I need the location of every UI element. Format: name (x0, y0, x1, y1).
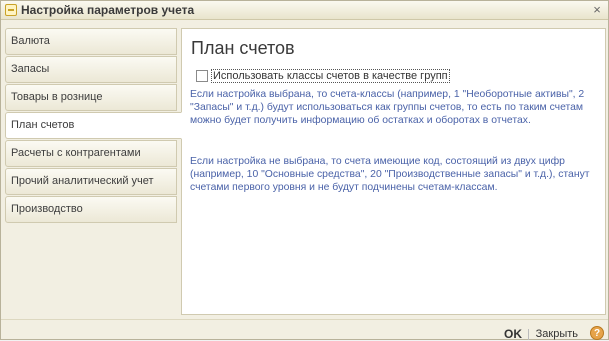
help-icon[interactable]: ? (590, 326, 604, 340)
sidebar-item-counterparty-settlements[interactable]: Расчеты с контрагентами (5, 140, 177, 167)
sidebar: Валюта Запасы Товары в рознице План счет… (5, 28, 182, 315)
ok-button[interactable]: OK (504, 327, 522, 341)
use-account-classes-label[interactable]: Использовать классы счетов в качестве гр… (211, 69, 450, 83)
settings-window: Настройка параметров учета × Валюта Запа… (0, 0, 609, 341)
sidebar-item-chart-of-accounts[interactable]: План счетов (5, 112, 182, 139)
help-text-disabled: Если настройка не выбрана, то счета имею… (190, 156, 590, 193)
sidebar-item-other-analytics[interactable]: Прочий аналитический учет (5, 168, 177, 195)
close-icon[interactable]: × (590, 3, 604, 17)
settings-panel: План счетов Использовать классы счетов в… (181, 28, 606, 315)
use-account-classes-checkbox[interactable] (196, 70, 208, 82)
footer-divider (528, 329, 529, 340)
sidebar-item-currency[interactable]: Валюта (5, 28, 177, 55)
footer-bar: OK Закрыть ? (1, 319, 608, 341)
window-title: Настройка параметров учета (21, 3, 195, 17)
page-title: План счетов (191, 38, 295, 58)
use-account-classes-option[interactable]: Использовать классы счетов в качестве гр… (196, 69, 450, 83)
help-text-enabled: Если настройка выбрана, то счета-классы … (190, 89, 585, 126)
sidebar-item-retail-goods[interactable]: Товары в рознице (5, 84, 177, 111)
title-bar[interactable]: Настройка параметров учета × (1, 1, 608, 20)
sidebar-item-production[interactable]: Производство (5, 196, 177, 223)
close-button[interactable]: Закрыть (536, 328, 578, 340)
window-icon (5, 4, 17, 16)
sidebar-item-inventory[interactable]: Запасы (5, 56, 177, 83)
